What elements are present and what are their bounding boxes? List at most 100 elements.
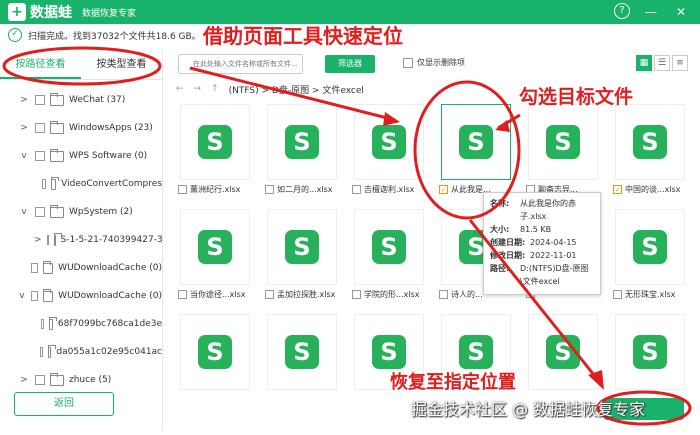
back-button[interactable]: 返回 — [14, 392, 114, 416]
file-checkbox[interactable] — [265, 290, 274, 299]
tree-node[interactable]: > WeChat (37) — [0, 86, 162, 114]
toolbar: 筛选器 仅显示删除项 ▦ ☰ ≡ — [170, 52, 700, 76]
file-item[interactable]: S 聊斋志异... — [522, 100, 606, 205]
chevron-right-icon[interactable]: > — [18, 123, 30, 133]
forward-arrow-icon[interactable]: → — [194, 84, 202, 94]
tree-checkbox[interactable] — [30, 291, 39, 301]
tree-node[interactable]: 68f7099bc768ca1de3e — [0, 310, 162, 338]
file-checkbox[interactable] — [178, 185, 187, 194]
tree-checkbox[interactable] — [42, 179, 47, 189]
tree-checkbox[interactable] — [40, 319, 45, 329]
breadcrumb-path: (NTFS) > D盘-原图 > 文件excel — [228, 85, 364, 96]
only-deleted-toggle[interactable]: 仅显示删除项 — [403, 57, 465, 68]
file-thumbnail[interactable]: S — [267, 104, 337, 180]
file-item[interactable]: S 如二月的...xlsx — [261, 100, 345, 205]
file-name: 中国的谈...xlsx — [625, 185, 681, 194]
tree-node[interactable]: VideoConvertCompres — [0, 170, 162, 198]
file-thumbnail[interactable]: S — [267, 209, 337, 285]
filter-button[interactable]: 筛选器 — [325, 55, 375, 73]
folder-icon — [50, 120, 64, 134]
file-item[interactable]: S ✓ 从此我是... — [435, 100, 519, 205]
file-checkbox[interactable] — [352, 290, 361, 299]
file-item[interactable]: S 薰洲纪行.xlsx — [174, 100, 258, 205]
tree-checkbox[interactable] — [35, 95, 45, 105]
up-arrow-icon[interactable]: ↑ — [211, 84, 219, 94]
file-checkbox[interactable] — [178, 290, 187, 299]
tree-node-label: WpSystem (2) — [69, 207, 133, 217]
file-item[interactable]: S 当你途径...xlsx — [174, 205, 258, 310]
tree-node[interactable]: > S-1-5-21-740399427-3 — [0, 226, 162, 254]
help-button[interactable]: ? — [614, 3, 630, 19]
tree-checkbox[interactable] — [35, 123, 45, 133]
grid-view-icon[interactable]: ▦ — [636, 55, 652, 71]
sidebar: 按路径查看 按类型查看 > WeChat (37) > WindowsApps (23… — [0, 50, 163, 430]
file-checkbox[interactable] — [352, 185, 361, 194]
chevron-down-icon[interactable]: v — [18, 207, 30, 217]
only-deleted-checkbox[interactable] — [403, 57, 413, 68]
chevron-right-icon[interactable]: > — [18, 95, 30, 105]
tooltip-size: 81.5 KB — [520, 225, 552, 234]
spreadsheet-icon: S — [633, 230, 667, 264]
file-thumbnail[interactable]: S — [528, 314, 598, 390]
tree-checkbox[interactable] — [40, 347, 44, 357]
file-item[interactable]: S 吉檀迦利.xlsx — [348, 100, 432, 205]
file-checkbox[interactable]: ✓ — [439, 185, 448, 194]
file-checkbox[interactable]: ✓ — [613, 185, 622, 194]
tree-checkbox[interactable] — [30, 263, 39, 273]
file-checkbox[interactable] — [265, 185, 274, 194]
minimize-button[interactable]: — — [642, 3, 660, 21]
file-name: 无形珠宝.xlsx — [625, 290, 676, 299]
search-input[interactable] — [178, 54, 303, 74]
tooltip-path-label: 路径: — [490, 264, 510, 273]
close-button[interactable]: ✕ — [672, 3, 690, 21]
tree-node[interactable]: v WPS Software (0) — [0, 142, 162, 170]
tree-node[interactable]: da055a1c02e95c041ac — [0, 338, 162, 366]
file-thumbnail[interactable]: S — [354, 104, 424, 180]
file-checkbox[interactable] — [439, 290, 448, 299]
file-item[interactable]: S — [174, 310, 258, 415]
tree-node[interactable]: > zhuce (5) — [0, 366, 162, 394]
file-thumbnail[interactable]: S — [180, 104, 250, 180]
tooltip-path: D:(NTFS)D盘-原图\文件excel — [520, 264, 589, 286]
file-checkbox[interactable] — [613, 290, 622, 299]
detail-view-icon[interactable]: ≡ — [672, 55, 688, 71]
chevron-right-icon[interactable]: > — [34, 235, 42, 245]
file-thumbnail[interactable]: S — [528, 104, 598, 180]
tree-node[interactable]: v WUDownloadCache (0) — [0, 282, 162, 310]
check-circle-icon: ✓ — [8, 28, 22, 42]
file-thumbnail[interactable]: S — [615, 314, 685, 390]
spreadsheet-icon: S — [198, 230, 232, 264]
list-view-icon[interactable]: ☰ — [654, 55, 670, 71]
file-thumbnail[interactable]: S — [354, 209, 424, 285]
file-thumbnail[interactable]: S — [180, 209, 250, 285]
tree-node-label: WPS Software (0) — [69, 151, 148, 161]
file-item[interactable]: S 孟加拉探胜.xlsx — [261, 205, 345, 310]
app-subtitle: 数据恢复专家 — [82, 8, 137, 19]
tooltip-name: 从此我是你的赤子.xlsx — [520, 199, 576, 221]
chevron-down-icon[interactable]: v — [18, 291, 26, 301]
file-name: 当你途径...xlsx — [190, 290, 246, 299]
file-item[interactable]: S 学院的形...xlsx — [348, 205, 432, 310]
tree-checkbox[interactable] — [35, 207, 45, 217]
tree-checkbox[interactable] — [46, 235, 49, 245]
back-arrow-icon[interactable]: ← — [176, 84, 184, 94]
file-item[interactable]: S ✓ 中国的谈...xlsx — [609, 100, 693, 205]
file-item[interactable]: S — [261, 310, 345, 415]
file-thumbnail[interactable]: S — [441, 104, 511, 180]
file-thumbnail[interactable]: S — [267, 314, 337, 390]
tab-by-path[interactable]: 按路径查看 — [0, 50, 81, 79]
chevron-right-icon[interactable]: > — [18, 375, 30, 385]
file-thumbnail[interactable]: S — [615, 104, 685, 180]
tree-node[interactable]: v WpSystem (2) — [0, 198, 162, 226]
file-item[interactable]: S 无形珠宝.xlsx — [609, 205, 693, 310]
tree-checkbox[interactable] — [35, 151, 45, 161]
tree-node[interactable]: > WindowsApps (23) — [0, 114, 162, 142]
tab-by-type[interactable]: 按类型查看 — [81, 50, 162, 79]
tree-node[interactable]: WUDownloadCache (0) — [0, 254, 162, 282]
chevron-down-icon[interactable]: v — [18, 151, 30, 161]
file-thumbnail[interactable]: S — [180, 314, 250, 390]
folder-icon — [51, 176, 60, 190]
file-thumbnail[interactable]: S — [615, 209, 685, 285]
tree-node-label: WUDownloadCache (0) — [58, 291, 162, 301]
tree-checkbox[interactable] — [35, 375, 45, 385]
